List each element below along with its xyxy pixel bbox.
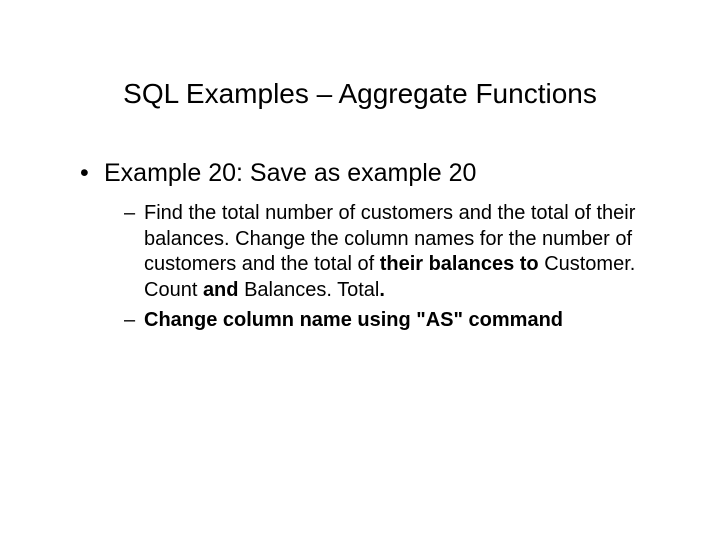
dash-marker: – — [124, 201, 144, 227]
text-part3: Balances. Total — [244, 279, 379, 301]
text-bold2: and — [203, 279, 244, 301]
dash-marker: – — [124, 308, 144, 334]
sub-bullet-text: Find the total number of customers and t… — [144, 201, 652, 303]
slide-content: SQL Examples – Aggregate Functions •Exam… — [0, 0, 720, 377]
text-bold3: . — [379, 279, 385, 301]
text-bold1: their balances to — [380, 253, 545, 275]
sub-bullet-text-bold: Change column name using "AS" command — [144, 308, 652, 334]
bullet-level1: •Example 20: Save as example 20 — [80, 158, 680, 189]
bullet-marker: • — [80, 158, 104, 189]
bullet-level2-item1: –Find the total number of customers and … — [124, 201, 680, 303]
bullet-level2-item2: –Change column name using "AS" command — [124, 308, 680, 334]
slide-title: SQL Examples – Aggregate Functions — [40, 78, 680, 110]
bullet-text: Example 20: Save as example 20 — [104, 158, 674, 189]
